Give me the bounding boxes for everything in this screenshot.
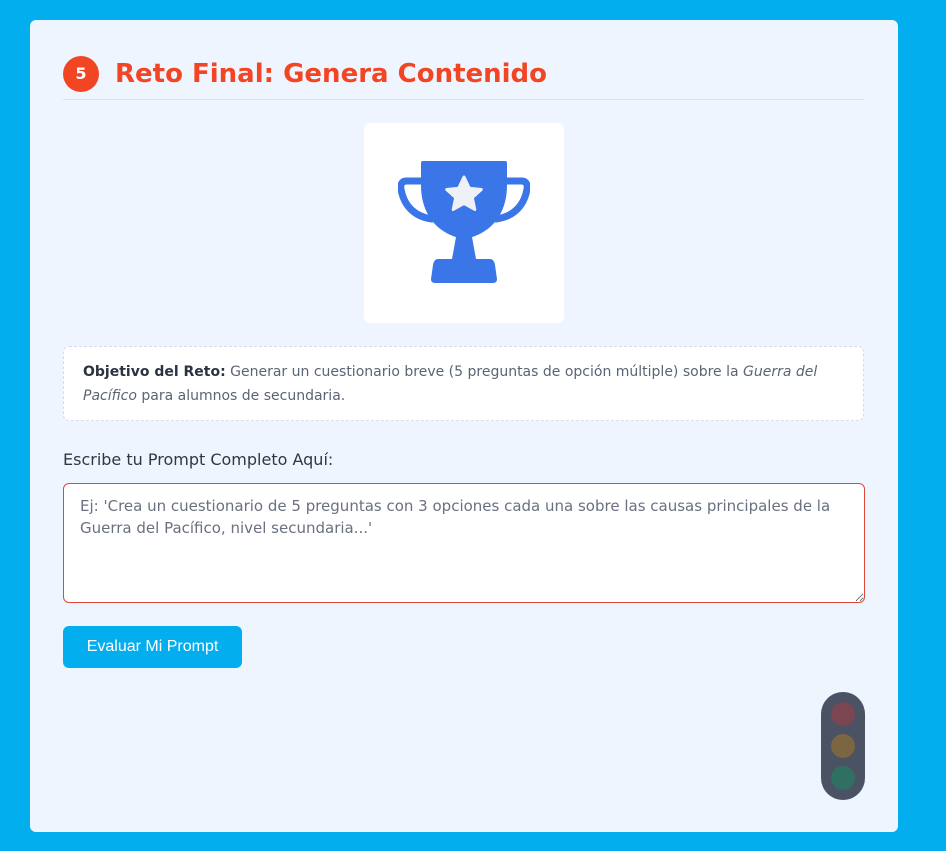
yellow-light-indicator bbox=[831, 734, 855, 758]
challenge-objective: Objetivo del Reto: Generar un cuestionar… bbox=[63, 346, 864, 421]
section-header: 5 Reto Final: Genera Contenido bbox=[63, 56, 864, 100]
objective-label: Objetivo del Reto: bbox=[83, 364, 226, 380]
page-title: Reto Final: Genera Contenido bbox=[115, 59, 548, 89]
trophy-illustration bbox=[364, 123, 564, 323]
red-light-indicator bbox=[831, 702, 855, 726]
objective-text-end: para alumnos de secundaria. bbox=[136, 388, 346, 404]
step-number-badge: 5 bbox=[63, 56, 99, 92]
trophy-star-icon bbox=[398, 161, 530, 283]
prompt-input[interactable] bbox=[63, 483, 865, 603]
traffic-light-icon bbox=[821, 692, 865, 800]
prompt-label: Escribe tu Prompt Completo Aquí: bbox=[63, 450, 334, 469]
objective-text: Generar un cuestionario breve (5 pregunt… bbox=[225, 364, 744, 380]
evaluate-prompt-button[interactable]: Evaluar Mi Prompt bbox=[63, 626, 242, 668]
challenge-card: 5 Reto Final: Genera Contenido Objetivo … bbox=[30, 20, 898, 832]
green-light-indicator bbox=[831, 766, 855, 790]
